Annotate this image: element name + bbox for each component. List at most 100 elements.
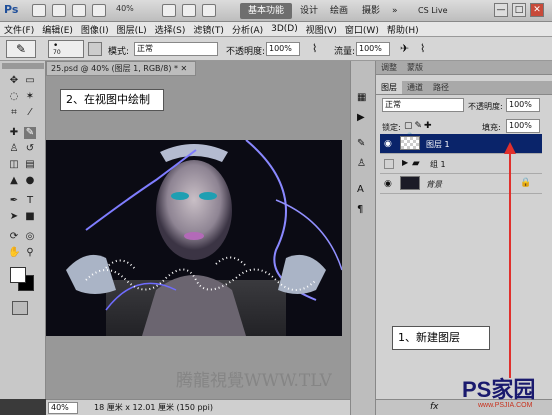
blend-mode-select[interactable]: 正常 [382,98,464,112]
character-panel-icon[interactable]: A [357,183,371,197]
dodge-tool-icon[interactable]: ● [24,175,36,187]
zoom-tool-icon[interactable]: ⚲ [24,247,36,259]
tool-preset-picker[interactable]: ✎ [6,40,36,58]
eyedropper-tool-icon[interactable]: ⁄ [24,107,36,119]
paragraph-panel-icon[interactable]: ¶ [357,203,371,217]
document-tab[interactable]: 25.psd @ 40% (图层 1, RGB/8) * ✕ [46,61,196,76]
clone-source-panel-icon[interactable]: ♙ [357,157,371,171]
clone-stamp-tool-icon[interactable]: ♙ [8,143,20,155]
toolbox-grip[interactable] [2,63,44,69]
menu-image[interactable]: 图像(I) [77,23,113,36]
menu-filter[interactable]: 滤镜(T) [189,23,228,36]
pressure-size-icon[interactable]: ⌇ [420,42,434,56]
brush-tool-icon[interactable]: ✎ [24,127,36,139]
opacity-label: 不透明度: [226,47,266,57]
blur-tool-icon[interactable]: ▲ [8,175,20,187]
workspace-design[interactable]: 设计 [300,3,318,19]
maximize-button[interactable]: □ [512,3,526,17]
cs-live-button[interactable]: CS Live [418,3,448,19]
crop-tool-icon[interactable]: ⌗ [8,107,20,119]
workspace-more[interactable]: » [392,3,398,19]
folder-icon: ▰ [412,158,420,169]
3d-rotate-tool-icon[interactable]: ⟳ [8,231,20,243]
close-button[interactable]: ✕ [530,3,544,17]
workspace-photography[interactable]: 摄影 [362,3,380,19]
foreground-color-swatch[interactable] [10,267,26,283]
arrange-documents-icon[interactable] [162,4,176,17]
quick-select-tool-icon[interactable]: ✶ [24,91,36,103]
layer-thumbnail [400,176,420,190]
move-tool-icon[interactable]: ✥ [8,75,20,87]
title-bar: Ps 40% 基本功能 设计 绘画 摄影 » CS Live — □ ✕ [0,0,552,22]
panel-opacity-label: 不透明度: [468,102,503,111]
tab-masks[interactable]: 蒙版 [402,61,428,74]
fx-icon[interactable]: fx [430,402,439,412]
eye-empty-icon[interactable] [384,159,394,169]
pen-tool-icon[interactable]: ✒ [8,195,20,207]
menu-edit[interactable]: 编辑(E) [38,23,77,36]
history-panel-icon[interactable]: ▦ [357,91,371,105]
menu-bar: 文件(F) 编辑(E) 图像(I) 图层(L) 选择(S) 滤镜(T) 分析(A… [0,22,552,37]
tab-paths[interactable]: 路径 [428,81,454,94]
brush-preset-picker[interactable]: • 70 [48,40,84,58]
tab-layers[interactable]: 图层 [376,81,402,94]
3d-orbit-tool-icon[interactable]: ◎ [24,231,36,243]
actions-panel-icon[interactable]: ▶ [357,111,371,125]
fill-field[interactable]: 100% [506,119,540,133]
layers-tab-row: 图层 通道 路径 [376,81,552,95]
brush-size: 70 [53,49,61,56]
menu-analysis[interactable]: 分析(A) [228,23,267,36]
screen-mode-icon[interactable] [182,4,196,17]
eye-icon[interactable]: ◉ [384,139,394,149]
menu-file[interactable]: 文件(F) [0,23,38,36]
zoom-tool-icon[interactable] [92,4,106,17]
eye-icon[interactable]: ◉ [384,179,394,189]
menu-view[interactable]: 视图(V) [302,23,341,36]
hand-tool-icon[interactable]: ✋ [8,247,20,259]
quick-mask-icon[interactable] [12,301,28,315]
expand-triangle-icon[interactable]: ▶ [402,158,408,167]
workspace-essentials[interactable]: 基本功能 [240,3,292,19]
mode-select[interactable]: 正常 [134,42,218,56]
lock-icons[interactable]: ▢✎✚🔒 [404,120,444,143]
extras-icon[interactable] [202,4,216,17]
menu-layer[interactable]: 图层(L) [113,23,151,36]
brush-panel-icon[interactable] [88,42,102,56]
shape-tool-icon[interactable]: ■ [24,211,36,223]
callout-draw-in-view: 2、在视图中绘制 [60,89,164,111]
flow-field[interactable]: 100% [356,42,390,56]
menu-help[interactable]: 帮助(H) [383,23,423,36]
opacity-field[interactable]: 100% [266,42,300,56]
pressure-opacity-icon[interactable]: ⌇ [312,42,326,56]
airbrush-icon[interactable]: ✈ [400,42,414,56]
layer-thumbnail [400,136,420,150]
tab-channels[interactable]: 通道 [402,81,428,94]
hand-icon[interactable] [72,4,86,17]
bridge-icon[interactable] [32,4,46,17]
canvas-artwork [46,140,342,336]
menu-3d[interactable]: 3D(D) [267,24,302,34]
menu-window[interactable]: 窗口(W) [341,23,383,36]
workspace-painting[interactable]: 绘画 [330,3,348,19]
marquee-tool-icon[interactable]: ▭ [24,75,36,87]
path-selection-tool-icon[interactable]: ➤ [8,211,20,223]
healing-brush-tool-icon[interactable]: ✚ [8,127,20,139]
callout-new-layer: 1、新建图层 [392,326,490,350]
minimize-button[interactable]: — [494,3,508,17]
zoom-select[interactable]: 40% [116,4,156,18]
adjustments-tab-row: 调整 蒙版 [376,61,552,75]
gradient-tool-icon[interactable]: ▤ [24,159,36,171]
status-zoom-field[interactable]: 40% [48,402,78,414]
history-brush-tool-icon[interactable]: ↺ [24,143,36,155]
eraser-tool-icon[interactable]: ◫ [8,159,20,171]
watermark-url: www.PSJIA.COM [478,402,533,409]
brush-panel-icon-strip[interactable]: ✎ [357,137,371,151]
lasso-tool-icon[interactable]: ◌ [8,91,20,103]
mode-label: 模式: [108,47,130,57]
canvas[interactable] [46,140,342,336]
menu-select[interactable]: 选择(S) [151,23,190,36]
type-tool-icon[interactable]: T [24,195,36,207]
tab-adjustments[interactable]: 调整 [376,61,402,74]
panel-opacity-field[interactable]: 100% [506,98,540,112]
mini-bridge-icon[interactable] [52,4,66,17]
